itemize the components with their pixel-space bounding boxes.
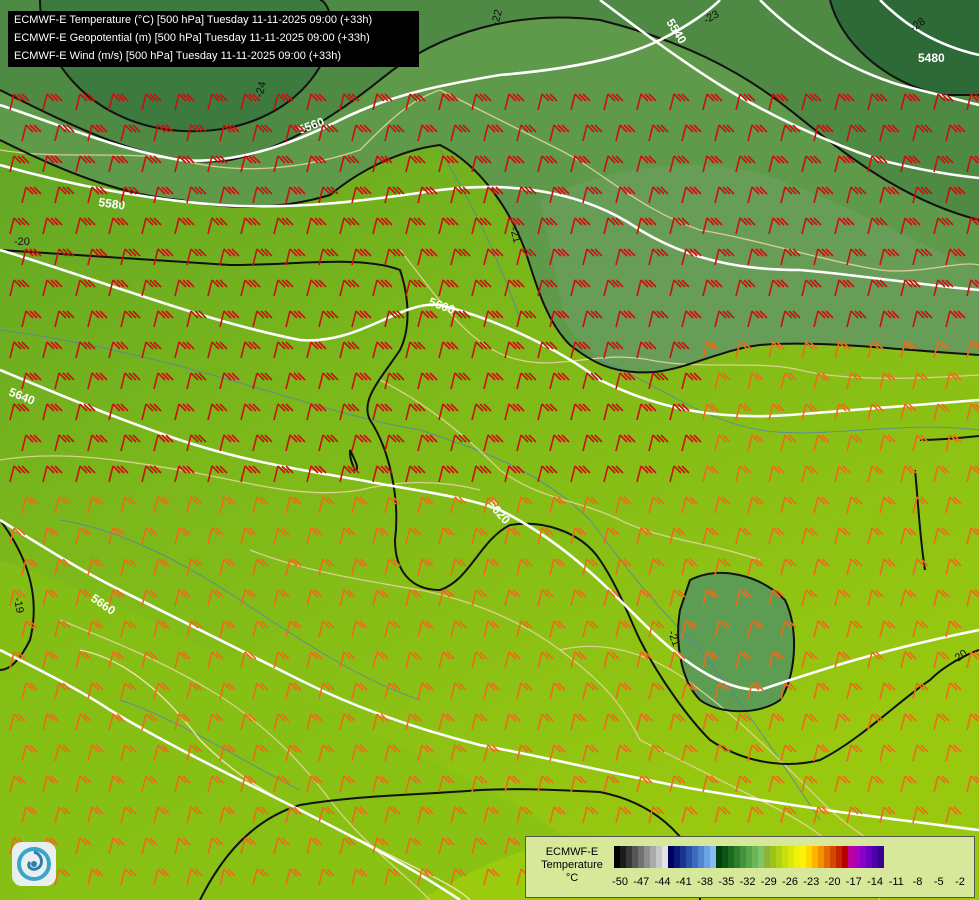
temperature-legend: ECMWF-E Temperature °C -50 -47 -44 -41 -38 -3… (525, 836, 975, 898)
ecmwf-logo (12, 842, 56, 886)
legend-title-line-1: ECMWF-E (545, 846, 599, 858)
legend-title-line-2: Temperature (541, 859, 603, 871)
legend-title: ECMWF-E Temperature °C (532, 846, 612, 885)
legend-tick-label: -11 (888, 876, 904, 888)
legend-tick-label: -23 (803, 876, 820, 888)
weather-map: 5480 5540 5560 5580 5600 5620 5640 5660 … (0, 0, 979, 900)
label-5480: 5480 (918, 51, 945, 65)
legend-tick-label: -26 (782, 876, 798, 888)
legend-tick-label: -50 (612, 876, 628, 888)
legend-tick-label: -17 (845, 876, 862, 888)
legend-swatch (878, 846, 884, 868)
legend-tick-label: -41 (675, 876, 692, 888)
ecmwf-swirl-icon (17, 847, 51, 881)
label-minus20-west: -20 (14, 236, 30, 248)
title-temperature: ECMWF-E Temperature (°C) [500 hPa] Tuesd… (14, 14, 373, 26)
legend-title-line-3: °C (565, 872, 579, 884)
legend-tick-label: -8 (912, 876, 923, 888)
legend-color-bar (614, 846, 884, 868)
legend-tick-label: -20 (824, 876, 841, 888)
title-box: ECMWF-E Temperature (°C) [500 hPa] Tuesd… (8, 11, 419, 67)
legend-tick-label: -38 (697, 876, 713, 888)
legend-tick-label: -47 (633, 876, 650, 888)
legend-tick-label: -2 (955, 876, 965, 888)
legend-tick-label: -32 (739, 876, 756, 888)
legend-tick-label: -44 (654, 876, 671, 888)
legend-tick-label: -29 (760, 876, 777, 888)
legend-tick-label: -35 (718, 876, 735, 888)
title-geopotential: ECMWF-E Geopotential (m) [500 hPa] Tuesd… (14, 32, 370, 44)
legend-tick-label: -14 (867, 876, 883, 888)
title-wind: ECMWF-E Wind (m/s) [500 hPa] Tuesday 11-… (14, 50, 341, 62)
legend-tick-label: -5 (933, 876, 944, 888)
